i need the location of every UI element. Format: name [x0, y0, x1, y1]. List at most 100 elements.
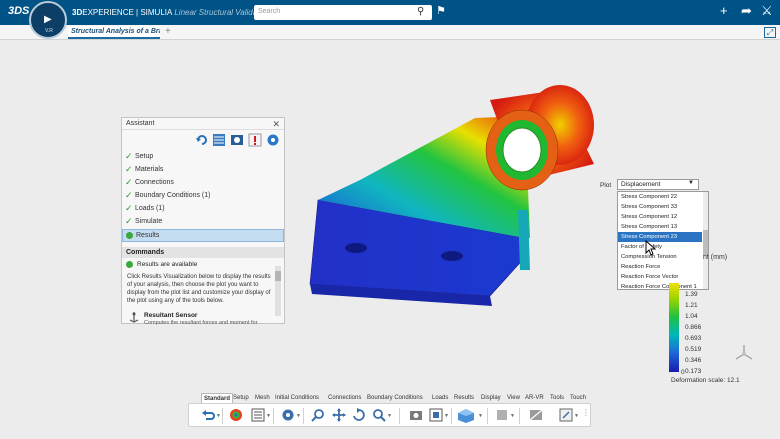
legend-color-bar	[669, 283, 679, 372]
zoom-area-icon[interactable]	[372, 408, 386, 422]
legend-value: 1.39	[685, 291, 698, 298]
separator	[399, 408, 400, 424]
mouse-cursor-icon	[645, 240, 657, 256]
plot-label: Plot	[600, 182, 612, 189]
tab-structural-analysis[interactable]: Structural Analysis of a Bra	[68, 26, 160, 39]
more-icon[interactable]: ⋮	[582, 408, 590, 417]
share-icon[interactable]: ➦	[741, 3, 752, 19]
expand-icon[interactable]: ⤢	[764, 27, 776, 38]
brand-title: 3DEXPERIENCE | SIMULIA Linear Structural …	[72, 8, 270, 17]
brand-prefix: 3D	[72, 8, 83, 17]
step-boundary-conditions[interactable]: ✓ Boundary Conditions (1)	[122, 190, 284, 203]
section-icon[interactable]	[529, 408, 543, 422]
step-loads[interactable]: ✓ Loads (1)	[122, 203, 284, 216]
model-viewport[interactable]	[290, 70, 620, 320]
close-icon[interactable]: ✕	[272, 119, 280, 130]
assistant-header: Assistant ✕	[122, 118, 284, 130]
separator	[222, 408, 223, 424]
orientation-robot-icon[interactable]	[733, 343, 755, 365]
chevron-down-icon[interactable]: ▼	[216, 413, 221, 419]
plot-option[interactable]: Factor of Safety	[618, 242, 702, 252]
plot-option-selected[interactable]: Stress Component 23	[618, 232, 702, 242]
plot-select[interactable]: Displacement ▼	[617, 179, 699, 190]
resultant-sensor-title[interactable]: Resultant Sensor	[144, 312, 197, 319]
separator	[519, 408, 520, 424]
status-dot-icon	[126, 232, 133, 239]
bracket-model	[309, 85, 594, 306]
pan-icon[interactable]	[332, 408, 346, 422]
tools-icon[interactable]: ⚔	[761, 3, 773, 19]
results-description: Click Results Visualization below to dis…	[127, 274, 271, 304]
plot-selected-value: Displacement	[621, 181, 661, 188]
legend-unit-label: nt (mm)	[703, 254, 728, 261]
step-materials[interactable]: ✓ Materials	[122, 164, 284, 177]
legend-value: 1.04	[685, 313, 698, 320]
results-visualization-icon[interactable]	[229, 408, 243, 422]
step-label: Results	[136, 232, 160, 239]
plot-option[interactable]: Stress Component 13	[618, 222, 702, 232]
check-icon: ✓	[125, 164, 133, 174]
step-setup[interactable]: ✓ Setup	[122, 151, 284, 164]
step-simulate[interactable]: ✓ Simulate	[122, 216, 284, 229]
top-bar: 3DS 3DEXPERIENCE | SIMULIA Linear Structu…	[0, 0, 780, 25]
table-icon[interactable]	[212, 133, 226, 147]
warning-icon[interactable]	[248, 133, 262, 147]
zoom-icon[interactable]	[311, 408, 325, 422]
assistant-panel: Assistant ✕ ✓ Setup ✓ Materials ✓ Connectio…	[121, 117, 285, 326]
check-icon: ✓	[125, 216, 133, 226]
legend-value: 0.173	[685, 368, 702, 375]
chevron-down-icon[interactable]: ▼	[266, 413, 271, 419]
capture-icon[interactable]	[409, 408, 423, 422]
chevron-down-icon[interactable]: ▼	[387, 413, 392, 419]
results-status: Results are available	[137, 261, 198, 268]
plot-option[interactable]: Stress Component 12	[618, 212, 702, 222]
separator	[303, 408, 304, 424]
tab-bar: Structural Analysis of a Bra + ⤢	[0, 25, 780, 40]
legend-value-min: 0	[681, 369, 685, 376]
compass-version: V.R	[45, 28, 53, 34]
step-label: Boundary Conditions (1)	[135, 192, 211, 199]
gear-icon[interactable]	[281, 408, 295, 422]
legend-value: 0.346	[685, 357, 702, 364]
plot-list-scrollbar[interactable]	[703, 192, 708, 289]
undo-icon[interactable]	[201, 408, 215, 422]
rotate-icon[interactable]	[352, 408, 366, 422]
3ds-logo[interactable]: 3DS	[8, 5, 29, 17]
check-icon: ✓	[125, 177, 133, 187]
plot-option[interactable]: Reaction Force Vector	[618, 272, 702, 282]
report-table-icon[interactable]	[251, 408, 265, 422]
chevron-down-icon[interactable]: ▼	[574, 413, 579, 419]
measure-icon[interactable]	[559, 408, 573, 422]
assistant-scrollbar[interactable]	[275, 266, 281, 316]
compass[interactable]: ▶ V.R	[29, 1, 67, 39]
step-label: Materials	[135, 166, 164, 173]
tag-icon[interactable]: ⚑	[436, 4, 446, 17]
plot-option[interactable]: Reaction Force Component 1	[618, 282, 702, 289]
add-icon[interactable]: +	[720, 3, 728, 18]
fit-all-icon[interactable]	[429, 408, 443, 422]
step-results[interactable]: Results	[122, 229, 284, 242]
chevron-down-icon[interactable]: ▼	[478, 413, 483, 419]
step-connections[interactable]: ✓ Connections	[122, 177, 284, 190]
legend-value: 1.21	[685, 302, 698, 309]
search-icon[interactable]: ⚲	[417, 6, 424, 17]
chevron-down-icon[interactable]: ▼	[296, 413, 301, 419]
add-tab-icon[interactable]: +	[165, 26, 171, 37]
legend-value: 0.693	[685, 335, 702, 342]
refresh-icon[interactable]	[195, 133, 209, 147]
plot-option[interactable]: Stress Component 22	[618, 192, 702, 202]
plot-option[interactable]: Compression Tension	[618, 252, 702, 262]
chevron-down-icon[interactable]: ▼	[444, 413, 449, 419]
plot-option[interactable]: Stress Component 33	[618, 202, 702, 212]
resultant-sensor-icon[interactable]	[128, 311, 140, 323]
legend-value: 0.866	[685, 324, 702, 331]
search-input[interactable]: Search ⚲	[254, 5, 432, 20]
step-label: Connections	[135, 179, 174, 186]
hide-show-icon[interactable]	[495, 408, 509, 422]
settings-icon[interactable]	[266, 133, 280, 147]
view-icon[interactable]	[230, 133, 244, 147]
plot-option[interactable]: Reaction Force	[618, 262, 702, 272]
step-label: Loads (1)	[135, 205, 165, 212]
view-cube-icon[interactable]	[457, 408, 475, 424]
chevron-down-icon[interactable]: ▼	[510, 413, 515, 419]
